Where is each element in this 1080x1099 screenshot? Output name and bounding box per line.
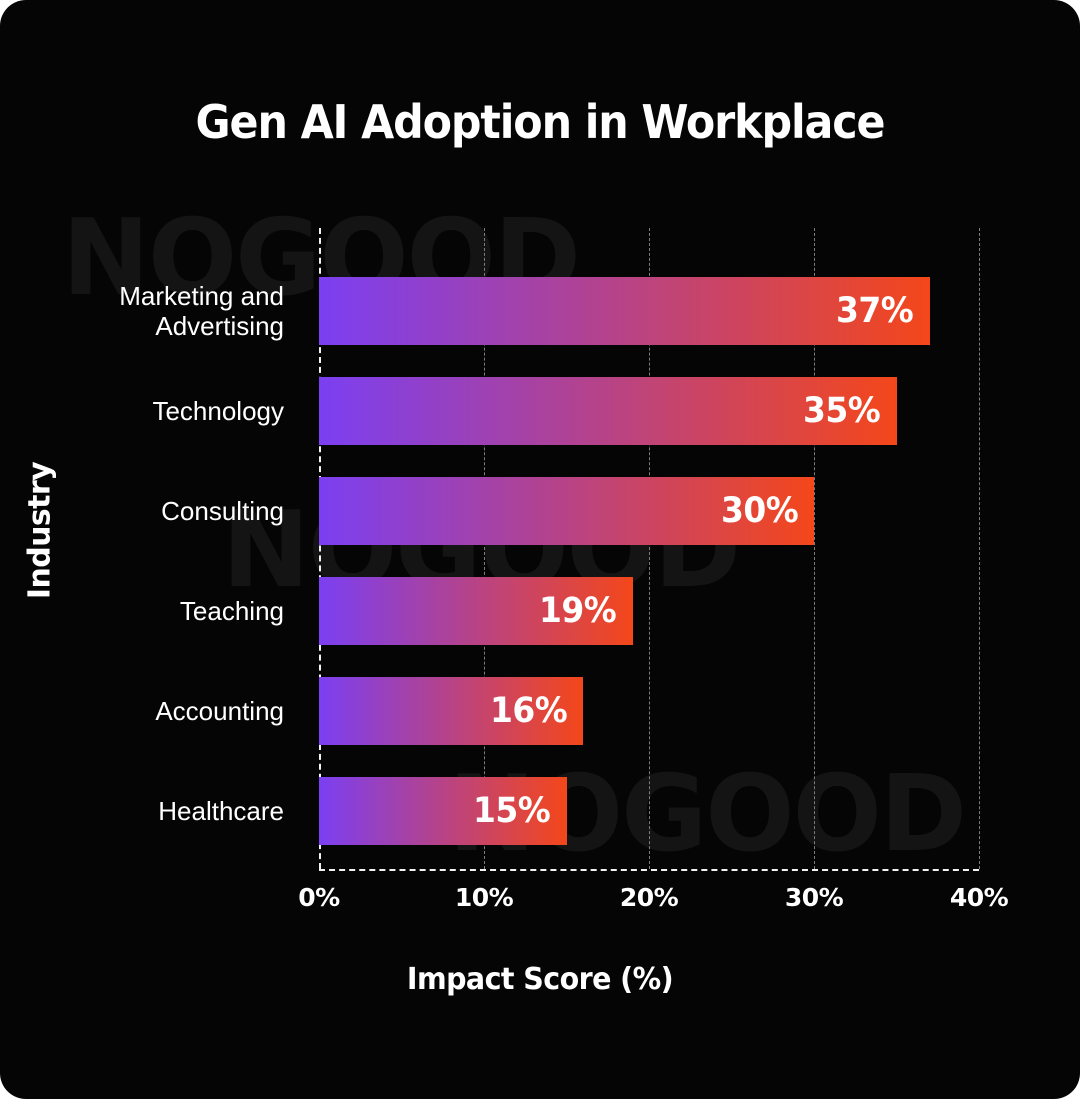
y-axis-label-text: Teaching (179, 596, 284, 626)
bar-row: 19% (319, 577, 979, 645)
bar[interactable]: 16% (319, 677, 583, 745)
x-tick-20%: 20% (619, 883, 679, 912)
x-axis-title: Impact Score (%) (406, 962, 674, 997)
x-axis-line (319, 869, 979, 871)
bar-value-label: 19% (539, 591, 617, 631)
bar-row: 30% (319, 477, 979, 545)
bar-row: 35% (319, 377, 979, 445)
bar-row: 16% (319, 677, 979, 745)
y-axis-label: Marketing and Advertising (0, 277, 284, 345)
bar[interactable]: 35% (319, 377, 897, 445)
y-axis-label-text: Technology (152, 396, 284, 426)
bar[interactable]: 19% (319, 577, 633, 645)
y-axis-label: Healthcare (0, 777, 284, 845)
bar-value-label: 35% (803, 391, 881, 431)
bar-value-label: 15% (473, 791, 551, 831)
chart-title: Gen AI Adoption in Workplace (195, 95, 886, 149)
bar-row: 15% (319, 777, 979, 845)
bar[interactable]: 30% (319, 477, 814, 545)
x-tick-10%: 10% (454, 883, 514, 912)
plot-area: 37% 35% 30% 19% 16% 15% (319, 228, 980, 871)
gridline-40% (979, 228, 980, 869)
bar-value-label: 37% (836, 291, 914, 331)
x-tick-30%: 30% (784, 883, 844, 912)
bar-value-label: 16% (489, 691, 568, 731)
y-axis-label-text: Marketing and Advertising (119, 281, 284, 341)
x-tick-0%: 0% (298, 883, 340, 912)
bar[interactable]: 15% (319, 777, 567, 845)
y-axis-label: Accounting (0, 677, 284, 745)
chart-canvas: NOGOOD NOGOOD NOGOOD Gen AI Adoption in … (0, 0, 1080, 1099)
bar-row: 37% (319, 277, 979, 345)
y-axis-label-text: Healthcare (158, 796, 284, 826)
x-tick-40%: 40% (949, 883, 1009, 912)
y-axis-label-text: Accounting (155, 696, 284, 726)
bar[interactable]: 37% (319, 277, 930, 345)
y-axis-title: Industry (22, 461, 58, 600)
bar-value-label: 30% (720, 491, 799, 531)
y-axis-label-text: Consulting (161, 496, 284, 526)
